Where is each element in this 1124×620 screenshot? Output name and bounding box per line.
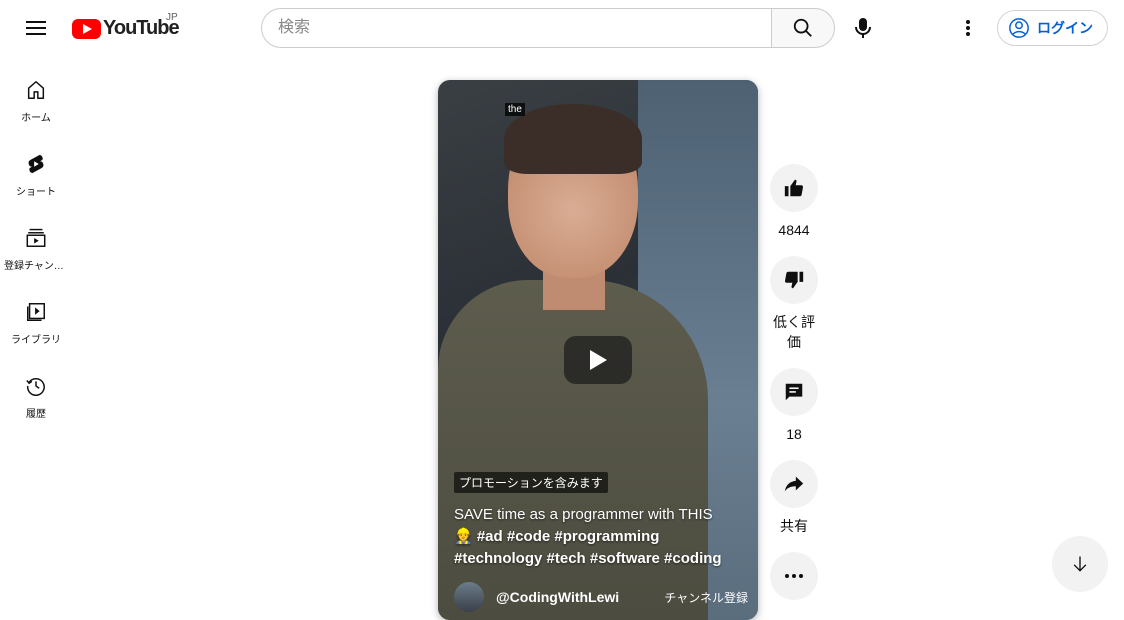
more-actions-button[interactable] [770, 552, 818, 600]
home-icon [24, 78, 48, 102]
sidebar-item-subscriptions[interactable]: 登録チャンネル [0, 204, 72, 278]
subscriptions-icon [24, 226, 48, 250]
next-video-button[interactable] [1052, 536, 1108, 592]
youtube-play-icon [72, 18, 101, 39]
voice-search-button[interactable] [843, 8, 883, 48]
search-button[interactable] [771, 8, 835, 48]
comment-icon [785, 383, 803, 401]
sidebar-item-history[interactable]: 履歴 [0, 352, 72, 426]
search-icon [793, 18, 812, 37]
sidebar: ホーム ショート 登録チャンネル ライブラリ 履歴 [0, 56, 72, 426]
video-title-text: SAVE time as a programmer with THIS [454, 506, 713, 523]
sidebar-item-library[interactable]: ライブラリ [0, 278, 72, 352]
video-title[interactable]: SAVE time as a programmer with THIS 👷 #a… [454, 504, 744, 570]
youtube-logo[interactable]: YouTube [72, 17, 180, 40]
thumbs-up-icon [784, 179, 804, 197]
sidebar-item-label: 履歴 [26, 409, 46, 420]
sidebar-item-label: 登録チャンネル [4, 261, 68, 272]
microphone-icon [855, 18, 871, 38]
sidebar-item-label: ホーム [21, 113, 51, 124]
menu-button[interactable] [16, 8, 56, 48]
channel-name[interactable]: @CodingWithLewi [496, 589, 619, 605]
subscribe-button[interactable]: チャンネル登録 [664, 589, 748, 606]
channel-row: @CodingWithLewi チャンネル登録 [454, 582, 754, 612]
video-caption: the [505, 103, 525, 116]
like-count: 4844 [778, 222, 810, 238]
arrow-down-icon [1073, 556, 1087, 572]
library-icon [24, 300, 48, 324]
share-label: 共有 [780, 518, 808, 534]
share-button[interactable] [770, 460, 818, 508]
promotion-badge: プロモーションを含みます [454, 472, 608, 493]
search-input[interactable] [261, 8, 772, 48]
more-vertical-icon [966, 20, 970, 36]
comment-count: 18 [786, 426, 802, 442]
video-hashtags[interactable]: 👷 #ad #code #programming #technology #te… [454, 528, 722, 567]
shorts-icon [24, 152, 48, 176]
shorts-video-player[interactable]: the プロモーションを含みます SAVE time as a programm… [438, 80, 758, 620]
more-action [770, 552, 818, 600]
dislike-action: 低く評価 [770, 256, 818, 352]
like-action: 4844 [770, 164, 818, 240]
login-button[interactable]: ログイン [997, 10, 1108, 46]
region-code: JP [166, 12, 178, 23]
sidebar-item-label: ショート [16, 187, 56, 198]
dislike-button[interactable] [770, 256, 818, 304]
search-bar [261, 8, 835, 48]
history-icon [24, 374, 48, 398]
play-button[interactable] [564, 336, 632, 384]
shorts-actions: 4844 低く評価 18 共有 [770, 164, 818, 616]
channel-avatar[interactable] [454, 582, 484, 612]
hamburger-icon [26, 21, 46, 35]
account-icon [1009, 18, 1029, 38]
top-bar: YouTube JP ログイン [0, 0, 1124, 56]
sidebar-item-shorts[interactable]: ショート [0, 130, 72, 204]
settings-menu-button[interactable] [948, 8, 988, 48]
thumbs-down-icon [784, 271, 804, 289]
sidebar-item-label: ライブラリ [11, 335, 61, 346]
like-button[interactable] [770, 164, 818, 212]
more-horizontal-icon [785, 574, 803, 578]
play-icon [590, 350, 607, 370]
sidebar-item-home[interactable]: ホーム [0, 56, 72, 130]
dislike-label: 低く評価 [773, 314, 815, 350]
share-action: 共有 [770, 460, 818, 536]
comments-button[interactable] [770, 368, 818, 416]
login-label: ログイン [1037, 20, 1093, 36]
share-icon [784, 476, 804, 492]
comment-action: 18 [770, 368, 818, 444]
